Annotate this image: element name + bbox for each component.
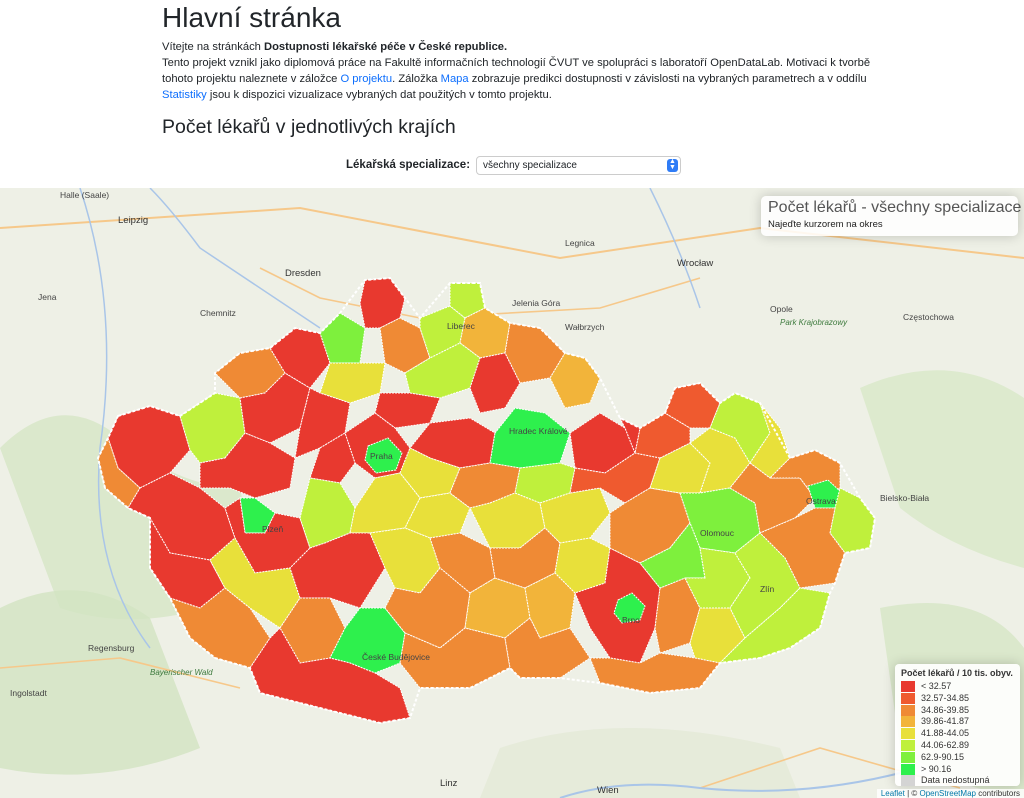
legend-item: 44.06-62.89 — [901, 739, 1014, 752]
legend-item: > 90.16 — [901, 763, 1014, 776]
map-link[interactable]: Mapa — [441, 73, 469, 85]
place-label: Ostrava — [806, 496, 836, 506]
specialization-filter: Lékařská specializace: všechny specializ… — [0, 156, 1024, 178]
stats-link[interactable]: Statistiky — [162, 89, 207, 101]
place-label: Halle (Saale) — [60, 190, 110, 200]
legend-swatch — [901, 763, 915, 775]
leaflet-link[interactable]: Leaflet — [881, 789, 905, 798]
place-label: Zlín — [760, 584, 775, 594]
place-label: Bielsko-Biała — [880, 493, 930, 503]
legend-swatch — [901, 716, 915, 728]
intro-welcome: Vítejte na stránkách — [162, 41, 264, 53]
place-label: Wałbrzych — [565, 322, 605, 332]
legend-item: < 32.57 — [901, 681, 1014, 693]
legend-label: 39.86-41.87 — [921, 716, 970, 727]
place-label: Dresden — [285, 268, 321, 279]
place-label: Częstochowa — [903, 312, 955, 322]
legend-label: Data nedostupná — [921, 775, 990, 786]
about-link[interactable]: O projektu — [341, 73, 393, 85]
place-label: Opole — [770, 304, 793, 314]
legend-swatch — [901, 775, 915, 787]
section-title: Počet lékařů v jednotlivých krajích — [162, 116, 456, 138]
legend-item: 32.57-34.85 — [901, 692, 1014, 705]
info-control: Počet lékařů - všechny specializace Naje… — [761, 196, 1022, 236]
place-label: Plzeň — [262, 524, 284, 534]
map-container[interactable]: Leipzig Halle (Saale) Jena Dresden Chemn… — [0, 188, 1024, 798]
info-title: Počet lékařů - všechny specializace — [768, 199, 1022, 216]
legend-label: 41.88-44.05 — [921, 728, 970, 739]
attribution-text: contributors — [975, 789, 1020, 798]
intro-text-2: . Záložka — [392, 73, 441, 85]
place-label: České Budějovice — [362, 652, 431, 662]
attribution-sep: | © — [904, 789, 920, 798]
legend-swatch — [901, 704, 915, 716]
place-label: Ingolstadt — [10, 688, 47, 698]
legend-item: Data nedostupná — [901, 775, 1014, 787]
legend-swatch — [901, 739, 915, 751]
legend-label: 32.57-34.85 — [921, 692, 970, 703]
place-label: Chemnitz — [200, 308, 236, 318]
intro-project-name: Dostupnosti lékařské péče v České republ… — [264, 41, 508, 53]
legend-label: 44.06-62.89 — [921, 739, 970, 750]
info-hint: Najeďte kurzorem na okres — [768, 219, 883, 230]
legend-item: 39.86-41.87 — [901, 716, 1014, 728]
legend-item: 62.9-90.15 — [901, 751, 1014, 764]
legend-swatch — [901, 751, 915, 763]
place-label: Olomouc — [700, 528, 735, 538]
legend-title: Počet lékařů / 10 tis. obyv. — [901, 668, 1013, 678]
place-label: Bayerischer Wald — [150, 668, 213, 677]
legend-swatch — [901, 692, 915, 704]
legend-label: 34.86-39.85 — [921, 704, 970, 715]
place-label: Legnica — [565, 238, 595, 248]
intro-text: Vítejte na stránkách Dostupnosti lékařsk… — [162, 39, 882, 103]
place-label: Leipzig — [118, 215, 149, 226]
intro-text-3: zobrazuje predikci dostupnosti v závislo… — [468, 73, 867, 85]
map-legend: Počet lékařů / 10 tis. obyv. < 32.57 32.5… — [895, 664, 1020, 787]
legend-swatch — [901, 728, 915, 740]
legend-item: 41.88-44.05 — [901, 728, 1014, 740]
specialization-label: Lékařská specializace: — [346, 159, 471, 171]
basemap[interactable] — [0, 188, 1024, 798]
place-label: Brno — [622, 615, 640, 625]
legend-label: 62.9-90.15 — [921, 751, 965, 762]
place-label: Jelenia Góra — [512, 298, 561, 308]
legend-label: < 32.57 — [921, 681, 952, 691]
osm-link[interactable]: OpenStreetMap — [919, 789, 975, 798]
legend-item: 34.86-39.85 — [901, 704, 1014, 717]
place-label: Praha — [370, 451, 393, 461]
place-label: Wien — [597, 785, 619, 796]
specialization-selected-value: všechny specializace — [483, 160, 577, 171]
intro-text-4: jsou k dispozici vizualizace vybraných d… — [206, 89, 552, 101]
place-label: Linz — [440, 778, 458, 789]
legend-label: > 90.16 — [921, 763, 952, 774]
place-label: Jena — [38, 292, 57, 302]
specialization-select[interactable]: všechny specializace ▲ ▼ — [476, 156, 681, 175]
map-attribution: Leaflet | © OpenStreetMap contributors — [876, 789, 1024, 798]
page-title: Hlavní stránka — [162, 2, 341, 33]
place-label: Hradec Králové — [509, 426, 568, 436]
place-label: Liberec — [447, 321, 475, 331]
place-label: Regensburg — [88, 643, 135, 653]
place-label: Wrocław — [677, 258, 714, 269]
place-label: Park Krajobrazowy — [780, 318, 848, 327]
legend-swatch — [901, 681, 915, 692]
select-arrows-icon: ▲ ▼ — [667, 158, 678, 172]
